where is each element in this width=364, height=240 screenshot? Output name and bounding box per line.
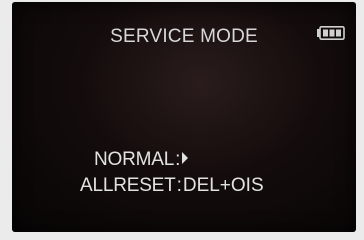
play-arrow-icon (182, 152, 189, 164)
screen-title: SERVICE MODE (110, 26, 258, 47)
menu-item-separator: : (176, 175, 182, 196)
menu-item-value: DEL+OIS (182, 175, 264, 196)
device-frame: SERVICE MODE NORMAL: ALLRESET:DEL+OIS (0, 0, 364, 240)
menu-item-separator: : (175, 149, 181, 170)
menu-item-label: ALLRESET (80, 175, 176, 196)
menu-item-normal[interactable]: NORMAL: (94, 149, 189, 171)
lcd-screen: SERVICE MODE NORMAL: ALLRESET:DEL+OIS (12, 2, 356, 232)
menu-item-label: NORMAL (94, 149, 175, 170)
menu-item-allreset[interactable]: ALLRESET:DEL+OIS (80, 175, 264, 197)
battery-icon (317, 26, 345, 40)
